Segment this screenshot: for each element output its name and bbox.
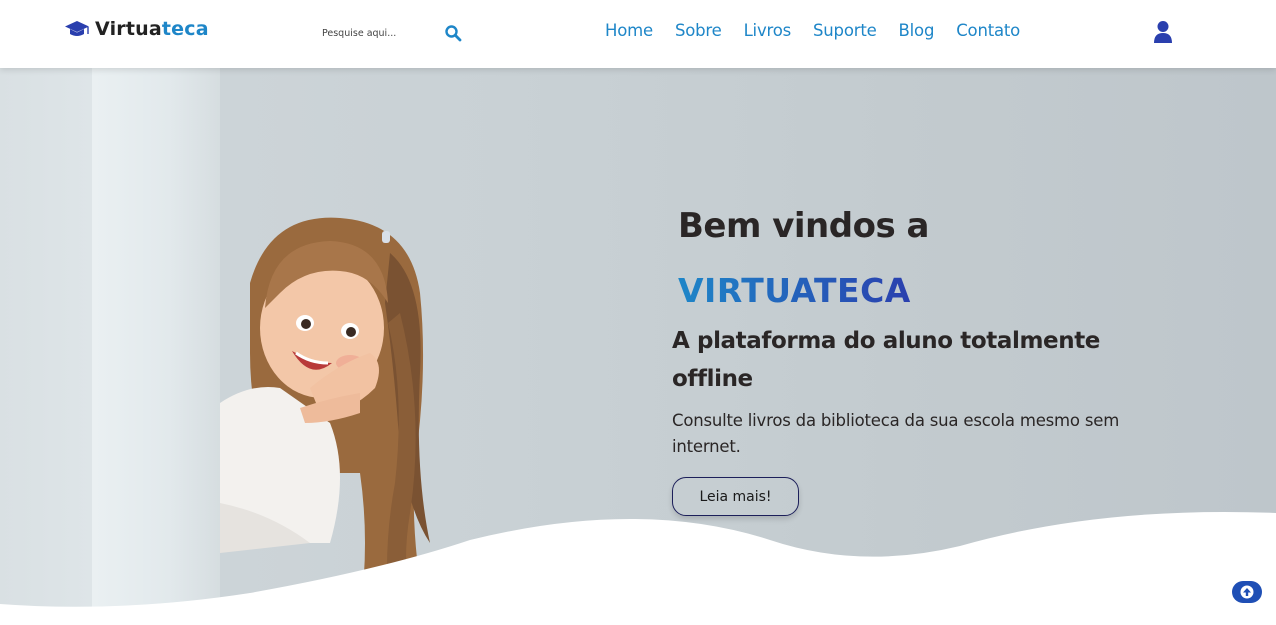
nav-blog[interactable]: Blog bbox=[899, 21, 935, 40]
hero-wave-divider bbox=[0, 511, 1276, 625]
nav-livros[interactable]: Livros bbox=[744, 21, 792, 40]
search-input[interactable] bbox=[322, 20, 438, 46]
nav-contato[interactable]: Contato bbox=[956, 21, 1020, 40]
logo-text-primary: Virtua bbox=[95, 18, 162, 40]
hero-title: Bem vindos a bbox=[678, 206, 929, 246]
hero-description: Consulte livros da biblioteca da sua esc… bbox=[672, 411, 1120, 456]
hero-banner: Bem vindos a VIRTUATECA A plataforma do … bbox=[0, 68, 1276, 625]
nav-sobre[interactable]: Sobre bbox=[675, 21, 722, 40]
graduation-cap-icon bbox=[65, 21, 89, 36]
logo-text-accent: teca bbox=[161, 18, 209, 40]
user-icon[interactable] bbox=[1152, 20, 1174, 44]
hero-brand-name: VIRTUATECA bbox=[678, 271, 911, 310]
main-nav: Home Sobre Livros Suporte Blog Contato bbox=[605, 21, 1042, 40]
arrow-up-icon bbox=[1240, 585, 1254, 599]
site-logo[interactable]: Virtua teca bbox=[64, 18, 209, 40]
search-form bbox=[322, 20, 468, 46]
search-icon[interactable] bbox=[444, 24, 462, 42]
nav-suporte[interactable]: Suporte bbox=[813, 21, 877, 40]
back-to-top-button[interactable] bbox=[1232, 581, 1262, 603]
hero-subtitle: A plataforma do aluno totalmente offline bbox=[672, 328, 1100, 392]
site-header: Virtuateca Home Sobre Livros Suporte Blo… bbox=[0, 0, 1276, 68]
nav-home[interactable]: Home bbox=[605, 21, 653, 40]
